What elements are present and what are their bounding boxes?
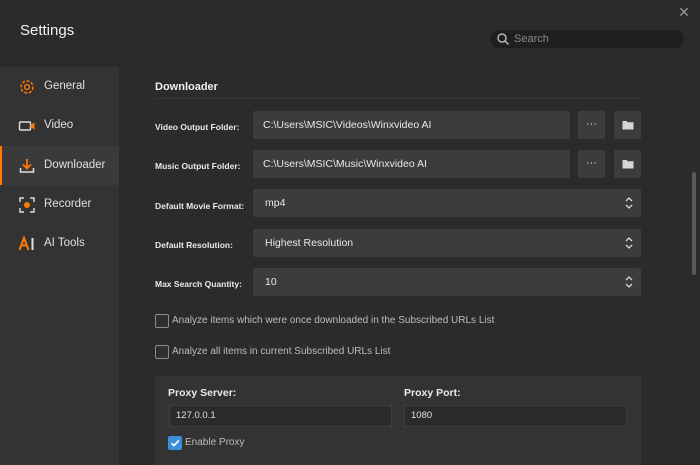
close-button[interactable]: ✕ (676, 4, 692, 20)
max-search-select[interactable]: 10 (253, 268, 641, 296)
sidebar-item-video[interactable]: Video (0, 106, 119, 145)
proxy-server-label: Proxy Server: (168, 387, 237, 399)
folder-icon (622, 160, 633, 169)
sidebar-item-label: General (44, 80, 85, 92)
movie-format-value: mp4 (265, 197, 286, 209)
sidebar-item-recorder[interactable]: Recorder (0, 185, 119, 224)
sidebar-item-ai-tools[interactable]: AI Tools (0, 224, 119, 263)
resolution-select[interactable]: Highest Resolution (253, 229, 641, 257)
sidebar: General Video Downloader Recorder AI Too… (0, 67, 119, 465)
scrollbar-thumb[interactable] (692, 172, 696, 275)
ai-icon (18, 235, 34, 251)
analyze-all-checkbox[interactable] (155, 345, 169, 359)
enable-proxy-label: Enable Proxy (185, 437, 245, 448)
search-box[interactable] (490, 30, 684, 48)
chevron-up-down-icon (625, 237, 633, 249)
checkmark-icon (170, 439, 180, 447)
video-output-open-folder-button[interactable] (614, 111, 641, 139)
sidebar-item-label: Video (44, 119, 74, 131)
analyze-all-label: Analyze all items in current Subscribed … (172, 346, 391, 357)
download-icon (19, 159, 35, 173)
analyze-downloaded-label: Analyze items which were once downloaded… (172, 315, 495, 326)
analyze-all-checkbox-row[interactable]: Analyze all items in current Subscribed … (155, 345, 415, 359)
record-icon (19, 197, 35, 213)
title-bar: Settings ✕ (0, 0, 700, 67)
proxy-port-label: Proxy Port: (404, 387, 461, 399)
chevron-up-down-icon (625, 197, 633, 209)
music-output-label: Music Output Folder: (155, 161, 241, 171)
resolution-value: Highest Resolution (265, 237, 354, 249)
video-camera-icon (18, 121, 35, 131)
section-divider (155, 98, 642, 99)
enable-proxy-checkbox[interactable] (168, 436, 182, 450)
sidebar-item-label: Downloader (44, 159, 106, 171)
video-output-value: C:\Users\MSIC\Videos\Winxvideo AI (263, 119, 432, 131)
movie-format-label: Default Movie Format: (155, 201, 245, 211)
sidebar-item-general[interactable]: General (0, 67, 119, 106)
chevron-up-down-icon (625, 276, 633, 288)
music-output-field[interactable]: C:\Users\MSIC\Music\Winxvideo AI (253, 150, 570, 178)
resolution-label: Default Resolution: (155, 240, 233, 250)
max-search-label: Max Search Quantity: (155, 279, 242, 289)
max-search-value: 10 (265, 276, 277, 288)
video-output-field[interactable]: C:\Users\MSIC\Videos\Winxvideo AI (253, 111, 570, 139)
sidebar-item-downloader[interactable]: Downloader (0, 146, 119, 185)
proxy-port-input[interactable]: 1080 (404, 405, 627, 427)
video-output-label: Video Output Folder: (155, 122, 240, 132)
music-output-value: C:\Users\MSIC\Music\Winxvideo AI (263, 158, 427, 170)
search-input[interactable] (514, 30, 679, 48)
search-icon (497, 33, 509, 45)
music-output-open-folder-button[interactable] (614, 150, 641, 178)
window-title: Settings (20, 22, 75, 39)
sidebar-item-label: Recorder (44, 198, 92, 210)
movie-format-select[interactable]: mp4 (253, 189, 641, 217)
music-output-browse-button[interactable]: ··· (578, 150, 605, 178)
proxy-server-input[interactable]: 127.0.0.1 (169, 405, 392, 427)
sidebar-item-label: AI Tools (44, 237, 85, 249)
folder-icon (622, 121, 633, 130)
video-output-browse-button[interactable]: ··· (578, 111, 605, 139)
analyze-downloaded-checkbox-row[interactable]: Analyze items which were once downloaded… (155, 314, 515, 328)
gear-icon (20, 80, 34, 94)
analyze-downloaded-checkbox[interactable] (155, 314, 169, 328)
section-title: Downloader (155, 81, 218, 93)
settings-panel: Downloader Video Output Folder: C:\Users… (119, 67, 700, 465)
proxy-panel: Proxy Server: 127.0.0.1 Proxy Port: 1080… (155, 376, 641, 465)
enable-proxy-checkbox-row[interactable]: Enable Proxy (168, 436, 268, 450)
